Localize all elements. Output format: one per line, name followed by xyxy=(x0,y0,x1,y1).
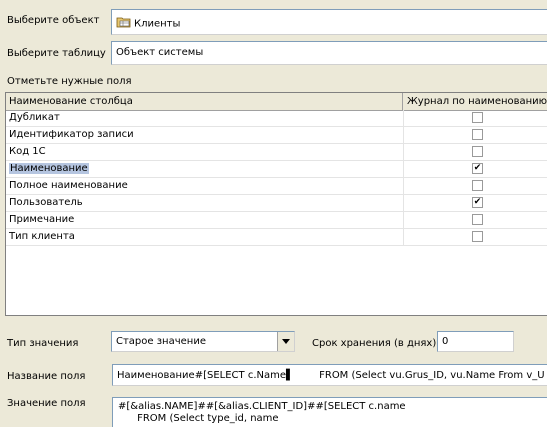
retention-label: Срок хранения (в днях) xyxy=(312,338,437,349)
journal-checkbox[interactable] xyxy=(472,214,483,225)
fields-caption: Отметьте нужные поля xyxy=(7,76,132,87)
row-name: Дубликат xyxy=(9,112,60,123)
journal-checkbox[interactable] xyxy=(472,129,483,140)
fields-grid[interactable]: Наименование столбца Журнал по наименова… xyxy=(5,92,547,316)
field-value-label: Значение поля xyxy=(7,398,86,409)
row-name: Наименование xyxy=(9,163,89,174)
grid-row[interactable]: Дубликат xyxy=(6,110,547,127)
field-value-line-1: #[&alias.NAME]##[&alias.CLIENT_ID]##[SEL… xyxy=(118,401,406,412)
retention-input[interactable]: 0 xyxy=(437,331,514,352)
folder-table-icon xyxy=(116,16,132,31)
value-type-value: Старое значение xyxy=(116,336,206,347)
object-value: Клиенты xyxy=(134,18,181,30)
grid-row[interactable]: Тип клиента xyxy=(6,229,547,246)
field-name-label: Название поля xyxy=(7,371,86,382)
table-value: Объект системы xyxy=(116,47,204,58)
row-name: Пользователь xyxy=(9,197,83,208)
chevron-down-icon[interactable] xyxy=(277,332,294,351)
value-type-label: Тип значения xyxy=(7,338,79,349)
grid-row-selected[interactable]: Наименование ✔ xyxy=(6,161,547,178)
row-name: Полное наименование xyxy=(9,180,128,191)
retention-value: 0 xyxy=(442,336,449,347)
journal-checkbox[interactable] xyxy=(472,112,483,123)
table-label: Выберите таблицу xyxy=(7,48,106,59)
grid-header: Наименование столбца Журнал по наименова… xyxy=(6,93,547,111)
row-name: Примечание xyxy=(9,214,75,225)
journal-checkbox[interactable]: ✔ xyxy=(472,197,483,208)
grid-row[interactable]: Пользователь ✔ xyxy=(6,195,547,212)
table-field[interactable]: Объект системы xyxy=(111,41,547,65)
row-name: Тип клиента xyxy=(9,231,75,242)
column-header-journal[interactable]: Журнал по наименованию xyxy=(403,93,547,110)
field-value-textarea[interactable]: #[&alias.NAME]##[&alias.CLIENT_ID]##[SEL… xyxy=(112,397,547,427)
grid-row[interactable]: Примечание xyxy=(6,212,547,229)
row-name: Код 1С xyxy=(9,146,46,157)
object-label: Выберите объект xyxy=(7,15,100,26)
object-field[interactable]: Клиенты xyxy=(111,9,547,35)
grid-row[interactable]: Код 1С xyxy=(6,144,547,161)
column-header-name[interactable]: Наименование столбца xyxy=(6,93,403,110)
journal-checkbox[interactable] xyxy=(472,146,483,157)
field-name-value: Наименование#[SELECT c.Name▌ FROM (Selec… xyxy=(117,370,545,381)
journal-checkbox[interactable] xyxy=(472,231,483,242)
field-name-input[interactable]: Наименование#[SELECT c.Name▌ FROM (Selec… xyxy=(112,364,547,386)
grid-row[interactable]: Идентификатор записи xyxy=(6,127,547,144)
value-type-select[interactable]: Старое значение xyxy=(111,331,295,352)
row-name: Идентификатор записи xyxy=(9,129,134,140)
grid-row[interactable]: Полное наименование xyxy=(6,178,547,195)
journal-checkbox[interactable] xyxy=(472,180,483,191)
field-value-line-2: FROM (Select type_id, name xyxy=(118,413,279,424)
journal-checkbox[interactable]: ✔ xyxy=(472,163,483,174)
